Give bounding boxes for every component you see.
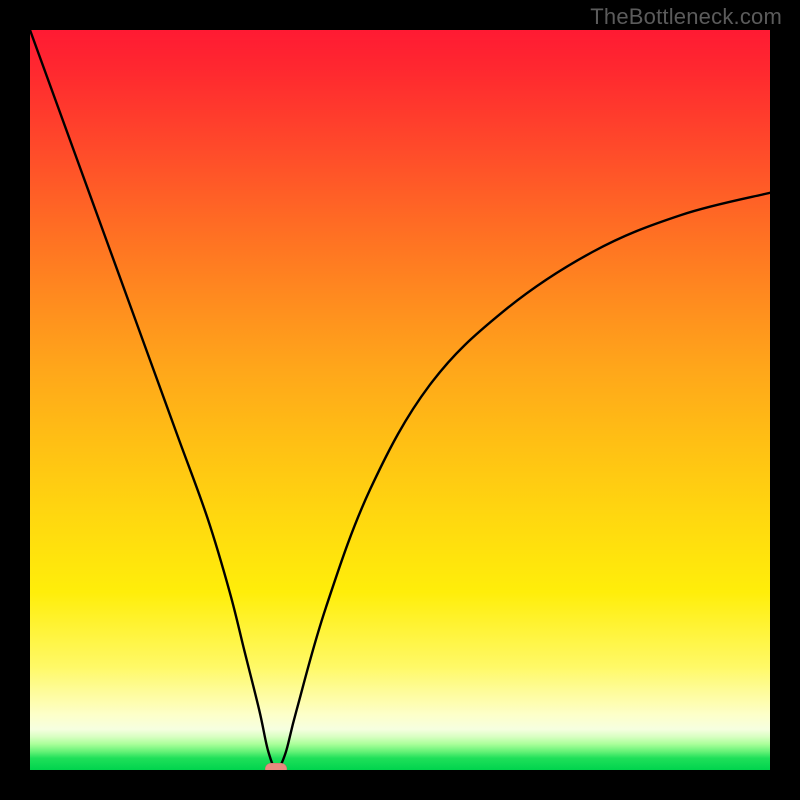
plot-area — [30, 30, 770, 770]
watermark-text: TheBottleneck.com — [590, 4, 782, 30]
bottleneck-curve — [30, 30, 770, 770]
minimum-marker — [265, 763, 287, 770]
chart-frame: TheBottleneck.com — [0, 0, 800, 800]
